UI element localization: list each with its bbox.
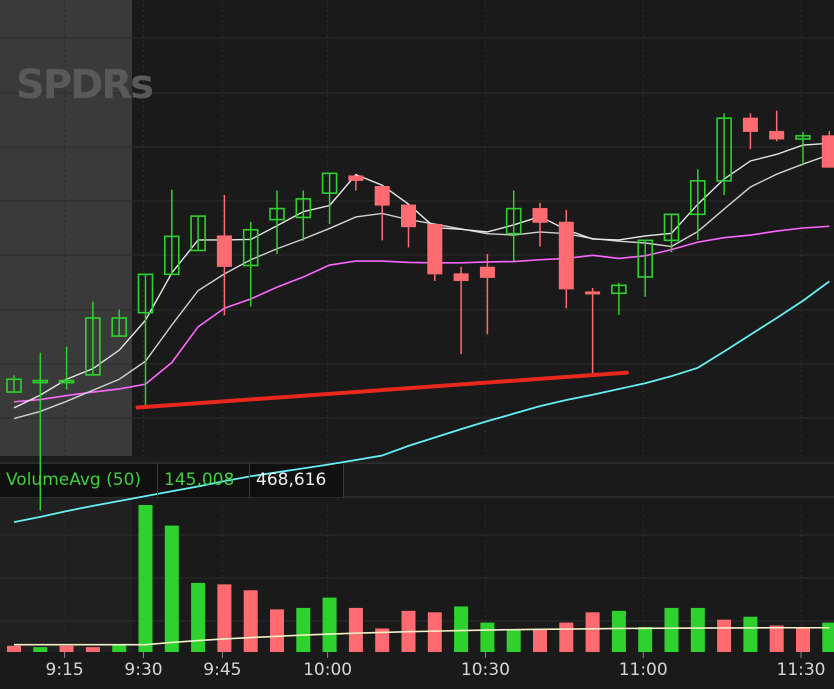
volume-bar bbox=[296, 607, 311, 652]
volume-bar bbox=[322, 597, 337, 652]
volume-bar bbox=[480, 622, 495, 652]
candle-body-down bbox=[479, 266, 495, 278]
volume-bar bbox=[138, 505, 153, 652]
volume-bar bbox=[585, 612, 600, 652]
time-tick-label: 10:00 bbox=[303, 660, 353, 680]
candle-body-down bbox=[585, 291, 601, 295]
volume-bar bbox=[164, 525, 179, 652]
candle-body-down bbox=[742, 117, 758, 132]
time-tick-label: 10:30 bbox=[460, 660, 510, 680]
volume-current-value: 468,616 bbox=[250, 463, 344, 497]
volume-bar bbox=[506, 629, 521, 652]
volume-bar bbox=[427, 612, 442, 652]
volume-bar bbox=[611, 610, 626, 652]
candle-body-down bbox=[532, 208, 548, 223]
candle-body-down bbox=[821, 135, 834, 168]
volume-bar bbox=[533, 629, 547, 652]
candle-body-down bbox=[558, 221, 574, 290]
time-tick-label: 9:30 bbox=[124, 660, 163, 680]
chart-window: SPDRs VolumeAvg (50) 145,008 468,616 9:1… bbox=[0, 0, 834, 689]
time-tick-label: 9:15 bbox=[45, 660, 84, 680]
volume-indicator-label[interactable]: VolumeAvg (50) bbox=[0, 463, 158, 497]
volume-bar bbox=[690, 607, 705, 652]
candle-body-down bbox=[216, 235, 232, 267]
volume-bar bbox=[217, 584, 232, 652]
volume-bar bbox=[769, 625, 784, 652]
time-tick-label: 9:45 bbox=[203, 660, 242, 680]
volume-bar bbox=[559, 622, 574, 652]
volume-bar bbox=[454, 606, 469, 652]
volume-bar bbox=[85, 647, 100, 652]
candle-body-down bbox=[348, 175, 364, 181]
volume-bar bbox=[243, 590, 258, 652]
candle-body-down bbox=[427, 223, 443, 275]
volume-bar bbox=[33, 647, 48, 652]
spdrs-watermark-logo: SPDRs bbox=[16, 62, 154, 108]
volume-bar bbox=[664, 607, 679, 652]
volume-bar bbox=[796, 628, 810, 652]
volume-avg-value: 145,008 bbox=[158, 463, 250, 497]
candle-body-down bbox=[401, 204, 416, 228]
volume-bar bbox=[638, 627, 653, 652]
time-tick-label: 11:00 bbox=[618, 660, 668, 680]
volume-bar bbox=[270, 609, 284, 652]
time-tick-label: 11:30 bbox=[776, 660, 826, 680]
volume-bar bbox=[743, 616, 758, 652]
volume-bar bbox=[112, 644, 127, 652]
candle-body-down bbox=[374, 186, 390, 206]
volume-bar bbox=[59, 645, 74, 652]
candle-body-down bbox=[769, 130, 785, 140]
volume-bar bbox=[717, 619, 732, 652]
volume-bar bbox=[7, 645, 21, 652]
candle-body-down bbox=[453, 273, 469, 281]
volume-bar bbox=[348, 607, 363, 652]
